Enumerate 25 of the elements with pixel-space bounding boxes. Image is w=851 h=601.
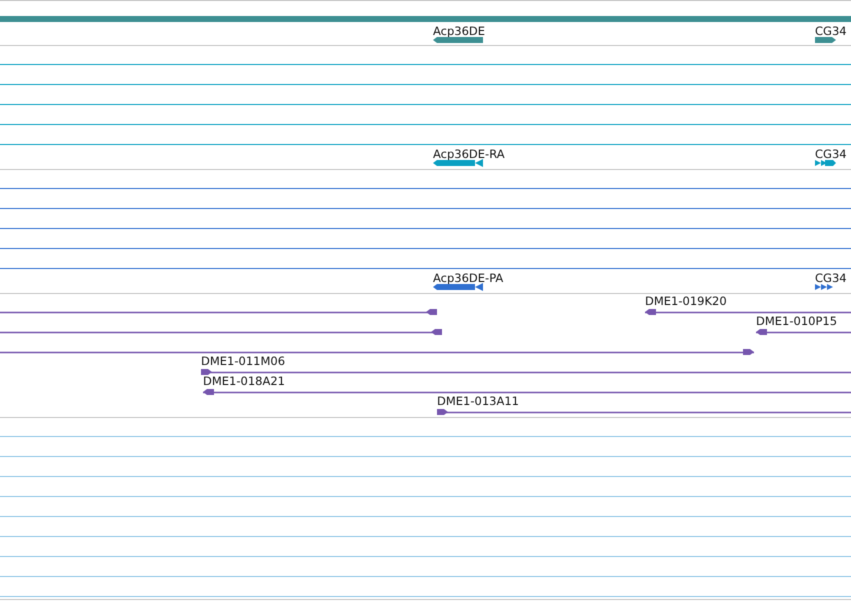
clone-line[interactable] — [0, 349, 754, 355]
gene-glyph[interactable] — [433, 159, 483, 167]
clone-label: DME1-010P15 — [756, 314, 838, 328]
gene-glyph[interactable] — [433, 283, 483, 291]
clone-line[interactable] — [0, 309, 437, 315]
gene-label: Acp36DE-PA — [433, 271, 504, 285]
clone-line[interactable] — [203, 389, 851, 395]
clone-line[interactable] — [201, 369, 851, 375]
gene-label: CG34 — [815, 271, 847, 285]
clone-line[interactable] — [437, 409, 851, 415]
gene-glyph[interactable] — [433, 37, 483, 43]
gene-label: CG34 — [815, 147, 847, 161]
clone-label: DME1-019K20 — [645, 294, 727, 308]
clone-line[interactable] — [645, 309, 851, 315]
clone-label: DME1-018A21 — [203, 374, 285, 388]
gene-glyph[interactable] — [815, 37, 836, 43]
clone-line[interactable] — [756, 329, 851, 335]
clone-label: DME1-011M06 — [201, 354, 286, 368]
gene-label: Acp36DE — [433, 24, 486, 38]
clone-label: DME1-013A11 — [437, 394, 519, 408]
gene-label: CG34 — [815, 24, 847, 38]
gene-label: Acp36DE-RA — [433, 147, 505, 161]
gene-glyph[interactable] — [815, 160, 836, 166]
clone-line[interactable] — [0, 329, 442, 335]
gene-glyph[interactable] — [815, 284, 833, 290]
